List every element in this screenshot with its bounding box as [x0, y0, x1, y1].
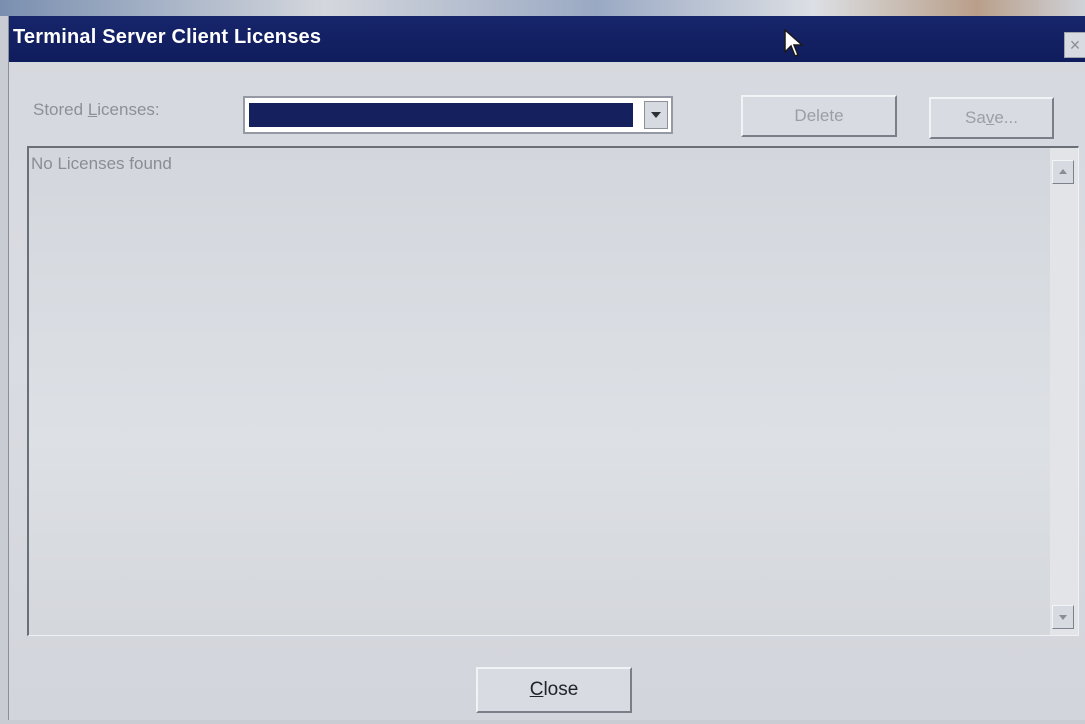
save-button[interactable]: Save... — [929, 97, 1054, 139]
close-window-button[interactable]: × — [1064, 32, 1085, 58]
selected-license-value — [249, 103, 633, 127]
scroll-down-arrow-icon[interactable] — [1052, 605, 1074, 629]
desktop-background-strip — [0, 0, 1085, 16]
delete-button[interactable]: Delete — [741, 95, 897, 137]
stored-licenses-dropdown[interactable] — [243, 96, 673, 134]
license-dialog: Terminal Server Client Licenses × Stored… — [8, 16, 1085, 720]
stored-licenses-label: Stored Licenses: — [33, 100, 160, 119]
empty-list-message: No Licenses found — [31, 154, 172, 173]
window-title: Terminal Server Client Licenses — [13, 26, 322, 48]
license-details-list[interactable]: No Licenses found — [27, 146, 1079, 636]
mouse-pointer-icon — [784, 28, 804, 57]
vertical-scrollbar[interactable] — [1050, 148, 1078, 635]
chevron-down-icon[interactable] — [644, 101, 668, 129]
close-button[interactable]: Close — [476, 667, 632, 713]
scroll-up-arrow-icon[interactable] — [1052, 160, 1074, 184]
title-bar[interactable]: Terminal Server Client Licenses × — [9, 16, 1085, 62]
